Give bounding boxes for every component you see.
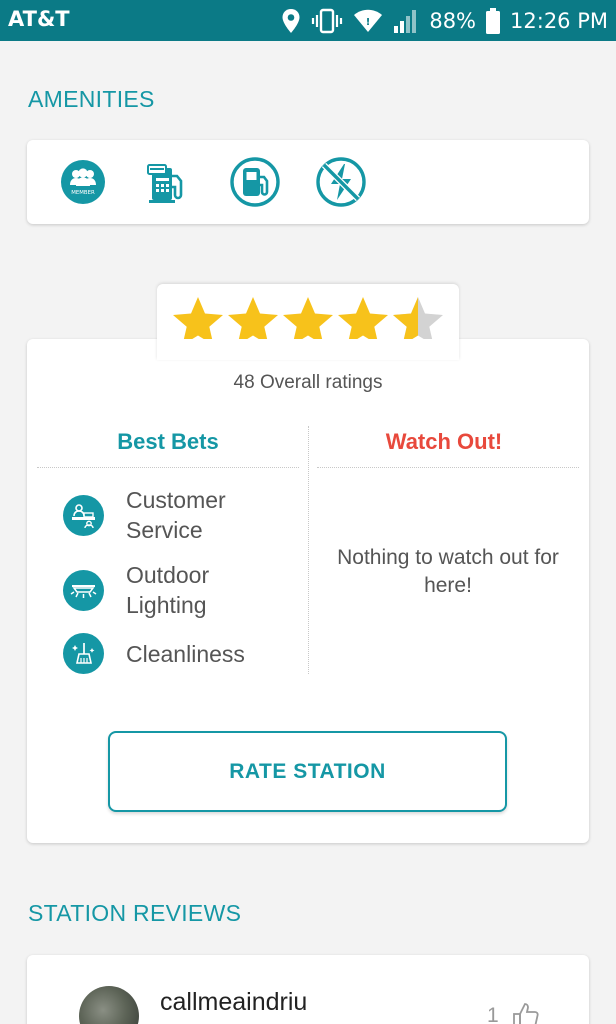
- column-divider: [308, 426, 309, 674]
- reviewer-username[interactable]: callmeaindriu: [160, 988, 307, 1017]
- customer-service-icon: [63, 494, 104, 536]
- review-card[interactable]: callmeaindriu 1: [27, 955, 589, 1024]
- status-icons: ! 88% 12:26 PM: [281, 5, 608, 37]
- carrier-label: AT&T: [8, 7, 70, 31]
- clock: 12:26 PM: [510, 9, 608, 33]
- signal-icon: [394, 10, 417, 33]
- watch-out-empty-message: Nothing to watch out for here!: [337, 546, 559, 597]
- like-count: 1: [487, 1004, 499, 1024]
- outdoor-lighting-icon: [63, 569, 104, 611]
- fuel-pump-icon[interactable]: [229, 156, 281, 208]
- svg-text:!: !: [366, 17, 371, 28]
- rate-station-button[interactable]: RATE STATION: [108, 731, 507, 812]
- battery-icon: [486, 8, 501, 34]
- watch-out-heading: Watch Out!: [385, 429, 503, 454]
- best-bet-label: Cleanliness: [126, 640, 245, 667]
- status-bar: AT&T ! 88% 12:26 PM: [0, 0, 616, 41]
- wifi-icon: !: [354, 9, 383, 32]
- best-bets-divider: [37, 467, 299, 468]
- best-bet-label: Customer Service: [126, 487, 226, 543]
- overall-ratings-count: 48 Overall ratings: [233, 372, 383, 393]
- tab-joiner: [157, 339, 459, 347]
- vibrate-icon: [312, 8, 343, 34]
- location-icon: [282, 9, 300, 33]
- station-reviews-title: STATION REVIEWS: [28, 900, 242, 926]
- pay-at-pump-icon[interactable]: [143, 156, 195, 208]
- thumbs-up-icon[interactable]: [511, 1000, 541, 1024]
- amenities-title: AMENITIES: [28, 86, 155, 112]
- cleanliness-icon: [63, 633, 104, 674]
- svg-text:MEMBER: MEMBER: [71, 190, 95, 196]
- best-bet-label: Outdoor Lighting: [126, 562, 210, 618]
- best-bet-item: Cleanliness: [63, 633, 306, 674]
- amenities-card: MEMBER: [27, 140, 589, 224]
- best-bets-heading: Best Bets: [117, 429, 219, 454]
- avatar[interactable]: [79, 986, 139, 1024]
- no-electric-charging-icon[interactable]: [315, 156, 367, 208]
- watch-out-divider: [317, 467, 579, 468]
- rating-card: 48 Overall ratings Best Bets Watch Out! …: [27, 339, 589, 843]
- member-icon[interactable]: MEMBER: [57, 156, 109, 208]
- star-rating-tab: [157, 284, 459, 360]
- battery-percent: 88%: [429, 9, 477, 33]
- best-bet-item: Outdoor Lighting: [63, 560, 266, 620]
- best-bet-item: Customer Service: [63, 485, 266, 545]
